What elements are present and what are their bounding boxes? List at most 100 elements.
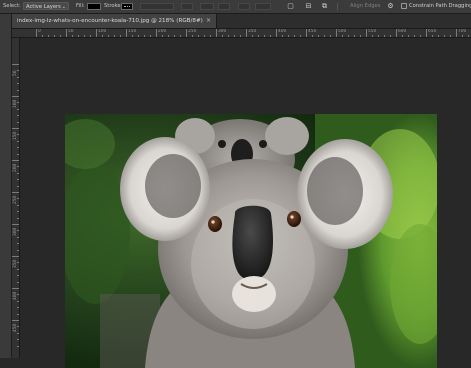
- ruler-minor-tick: [78, 35, 79, 37]
- ruler-minor-tick: [330, 35, 331, 37]
- ruler-tick: [96, 29, 97, 37]
- ruler-minor-tick: [234, 35, 235, 37]
- ruler-minor-tick: [294, 35, 295, 37]
- ruler-minor-tick: [17, 179, 19, 181]
- stroke-color-swatch[interactable]: [121, 3, 133, 10]
- document-title: index-img-lz-whats-on-encounter-koala-71…: [17, 18, 203, 24]
- ruler-minor-tick: [324, 35, 325, 37]
- ruler-minor-tick: [17, 332, 19, 334]
- ruler-minor-tick: [198, 35, 199, 37]
- ruler-minor-tick: [17, 198, 19, 200]
- path-alignment-icon[interactable]: ⊟: [304, 2, 313, 11]
- ruler-tick: [186, 29, 187, 37]
- path-operations-icon[interactable]: ▢: [286, 2, 295, 11]
- ruler-tick: [12, 224, 19, 225]
- toolbar-divider: [337, 3, 338, 10]
- ruler-label: 200: [158, 29, 167, 34]
- ruler-minor-tick: [384, 35, 385, 37]
- fill-label: Fill:: [76, 3, 85, 9]
- ruler-minor-tick: [168, 35, 169, 37]
- ruler-minor-tick: [372, 35, 373, 37]
- align-edges-option[interactable]: Align Edges: [350, 0, 380, 13]
- ruler-minor-tick: [162, 35, 163, 37]
- horizontal-ruler[interactable]: 0 50 100 150 200 250 300 350 400 450 500 550 600 650 7…: [19, 29, 471, 38]
- ruler-minor-tick: [17, 108, 19, 110]
- ruler-tick: [12, 160, 19, 161]
- ruler-label: 150: [128, 29, 137, 34]
- width-field[interactable]: [200, 3, 214, 10]
- ruler-minor-tick: [17, 134, 19, 136]
- fill-color-swatch[interactable]: [87, 3, 101, 10]
- ruler-minor-tick: [300, 35, 301, 37]
- tools-panel: [0, 14, 12, 358]
- ruler-tick: [426, 29, 427, 37]
- ruler-minor-tick: [138, 35, 139, 37]
- ruler-minor-tick: [210, 35, 211, 37]
- ruler-label: 550: [368, 29, 377, 34]
- ruler-minor-tick: [17, 313, 19, 315]
- ruler-tick: [36, 29, 37, 37]
- ruler-tick: [12, 96, 19, 97]
- gear-icon[interactable]: ⚙: [386, 2, 395, 11]
- chevron-down-icon: ⌄: [61, 4, 66, 10]
- ruler-minor-tick: [282, 35, 283, 37]
- ruler-minor-tick: [132, 35, 133, 37]
- ruler-minor-tick: [360, 35, 361, 37]
- ruler-label: 50: [68, 29, 74, 34]
- ruler-tick: [246, 29, 247, 37]
- active-layers-dropdown[interactable]: Active Layers ⌄: [23, 2, 69, 10]
- ruler-minor-tick: [48, 35, 49, 37]
- options-bar: Select: Active Layers ⌄ Fill: Stroke: ▢ …: [0, 0, 471, 14]
- ruler-label: 300: [218, 29, 227, 34]
- stroke-type-field[interactable]: [181, 3, 193, 10]
- ruler-label: 100: [13, 99, 18, 108]
- ruler-tick: [366, 29, 367, 37]
- stroke-width-field[interactable]: [140, 3, 174, 10]
- ruler-label: 350: [13, 259, 18, 268]
- ruler-tick: [126, 29, 127, 37]
- ruler-minor-tick: [174, 35, 175, 37]
- ruler-minor-tick: [438, 35, 439, 37]
- constrain-path-dragging-label[interactable]: Constrain Path Dragging: [409, 0, 471, 13]
- ruler-minor-tick: [17, 217, 19, 219]
- ruler-minor-tick: [17, 230, 19, 232]
- dimension-unit-field[interactable]: [255, 3, 271, 10]
- ruler-minor-tick: [17, 89, 19, 91]
- ruler-minor-tick: [222, 35, 223, 37]
- ruler-minor-tick: [17, 307, 19, 309]
- ruler-minor-tick: [17, 83, 19, 85]
- ruler-minor-tick: [114, 35, 115, 37]
- ruler-minor-tick: [17, 211, 19, 213]
- active-layers-value: Active Layers: [26, 4, 61, 10]
- constrain-path-dragging-checkbox[interactable]: [401, 3, 407, 9]
- ruler-minor-tick: [60, 35, 61, 37]
- document-canvas[interactable]: [20, 38, 471, 368]
- ruler-minor-tick: [108, 35, 109, 37]
- ruler-minor-tick: [270, 35, 271, 37]
- ruler-minor-tick: [348, 35, 349, 37]
- close-icon[interactable]: ×: [206, 14, 211, 28]
- ruler-minor-tick: [264, 35, 265, 37]
- ruler-minor-tick: [17, 70, 19, 72]
- ruler-label: 650: [428, 29, 437, 34]
- ruler-label: 450: [308, 29, 317, 34]
- path-arrangement-icon[interactable]: ⧉: [320, 2, 329, 11]
- ruler-minor-tick: [17, 172, 19, 174]
- ruler-minor-tick: [450, 35, 451, 37]
- link-dimensions-field[interactable]: [218, 3, 230, 10]
- ruler-minor-tick: [84, 35, 85, 37]
- ruler-label: 600: [398, 29, 407, 34]
- stroke-label: Stroke:: [104, 3, 123, 9]
- ruler-minor-tick: [180, 35, 181, 37]
- document-tab[interactable]: index-img-lz-whats-on-encounter-koala-71…: [12, 14, 217, 28]
- height-field[interactable]: [238, 3, 250, 10]
- ruler-tick: [12, 192, 19, 193]
- ruler-minor-tick: [378, 35, 379, 37]
- ruler-minor-tick: [17, 294, 19, 296]
- vertical-ruler[interactable]: 50 100 150 200 250 300 350 400 450: [12, 38, 20, 358]
- ruler-minor-tick: [102, 35, 103, 37]
- ruler-minor-tick: [420, 35, 421, 37]
- ruler-minor-tick: [240, 35, 241, 37]
- ruler-minor-tick: [17, 153, 19, 155]
- ruler-minor-tick: [17, 268, 19, 270]
